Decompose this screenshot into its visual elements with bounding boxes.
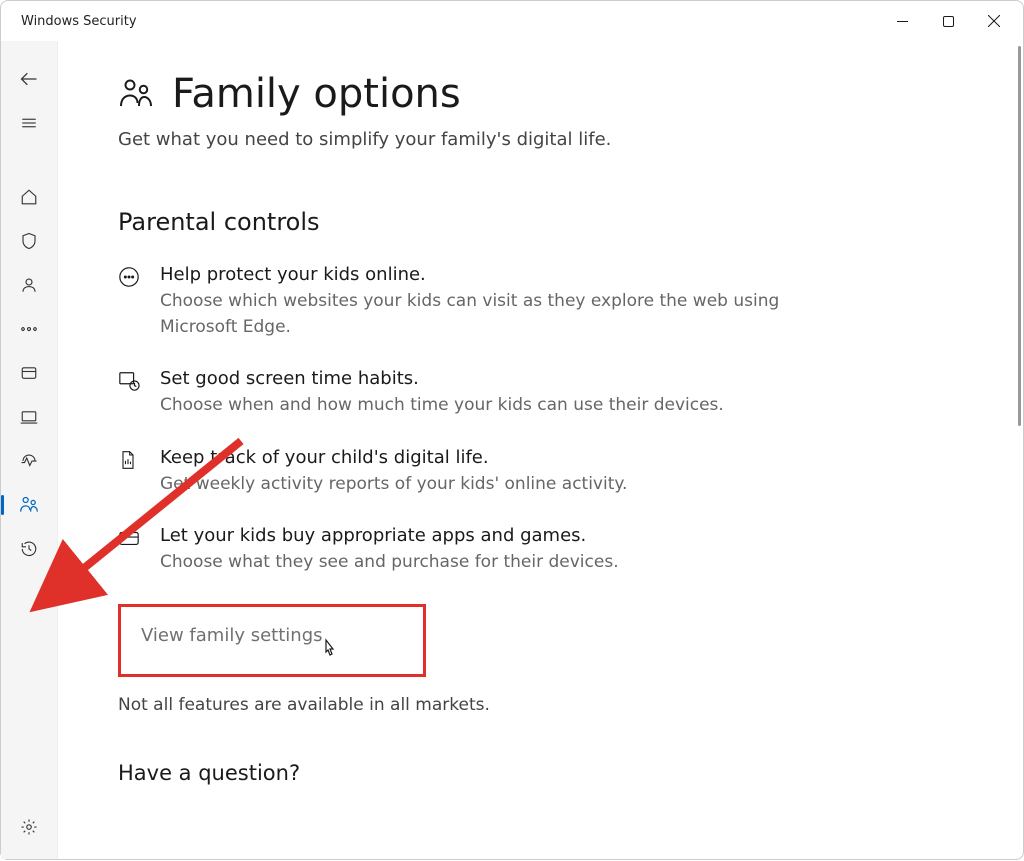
sidebar-item-virus-protection[interactable] [8,223,50,259]
menu-button[interactable] [8,105,50,141]
link-label: View family settings [141,625,323,646]
feature-title: Set good screen time habits. [160,368,838,389]
scrollbar-thumb[interactable] [1018,46,1021,426]
sidebar-item-device-performance[interactable] [8,443,50,479]
feature-title: Let your kids buy appropriate apps and g… [160,525,838,546]
sidebar-item-settings[interactable] [8,809,50,845]
sidebar-item-account-protection[interactable] [8,267,50,303]
sidebar-item-firewall[interactable] [8,311,50,347]
feature-desc: Choose which websites your kids can visi… [160,289,838,340]
sidebar-item-home[interactable] [8,179,50,215]
window-title: Windows Security [21,14,137,29]
cursor-pointer-icon [319,637,339,661]
feature-title: Help protect your kids online. [160,264,838,285]
sidebar-item-protection-history[interactable] [8,531,50,567]
feature-title: Keep track of your child's digital life. [160,447,838,468]
back-button[interactable] [8,61,50,97]
card-icon [118,525,140,576]
close-button[interactable] [971,5,1017,37]
minimize-button[interactable] [879,5,925,37]
section-parental-controls: Parental controls [118,208,983,236]
disclaimer-text: Not all features are available in all ma… [118,695,983,715]
feature-protect-online: Help protect your kids online. Choose wh… [118,264,838,340]
globe-ellipsis-icon [118,264,140,340]
feature-screen-time: Set good screen time habits. Choose when… [118,368,838,419]
window-titlebar: Windows Security [1,1,1023,41]
sidebar-item-app-browser-control[interactable] [8,355,50,391]
content-region: Family options Get what you need to simp… [58,41,1023,859]
feature-desc: Choose what they see and purchase for th… [160,550,838,576]
feature-desc: Get weekly activity reports of your kids… [160,472,838,498]
page-title: Family options [172,71,461,117]
feature-activity-report: Keep track of your child's digital life.… [118,447,838,498]
view-family-settings-link[interactable]: View family settings [118,604,426,677]
feature-desc: Choose when and how much time your kids … [160,393,838,419]
page-subtitle: Get what you need to simplify your famil… [118,129,983,150]
screen-time-icon [118,368,140,419]
report-icon [118,447,140,498]
sidebar [1,41,58,859]
feature-apps-games: Let your kids buy appropriate apps and g… [118,525,838,576]
sidebar-item-device-security[interactable] [8,399,50,435]
family-icon [118,76,154,112]
section-have-question: Have a question? [118,761,983,785]
maximize-button[interactable] [925,5,971,37]
sidebar-item-family-options[interactable] [8,487,50,523]
